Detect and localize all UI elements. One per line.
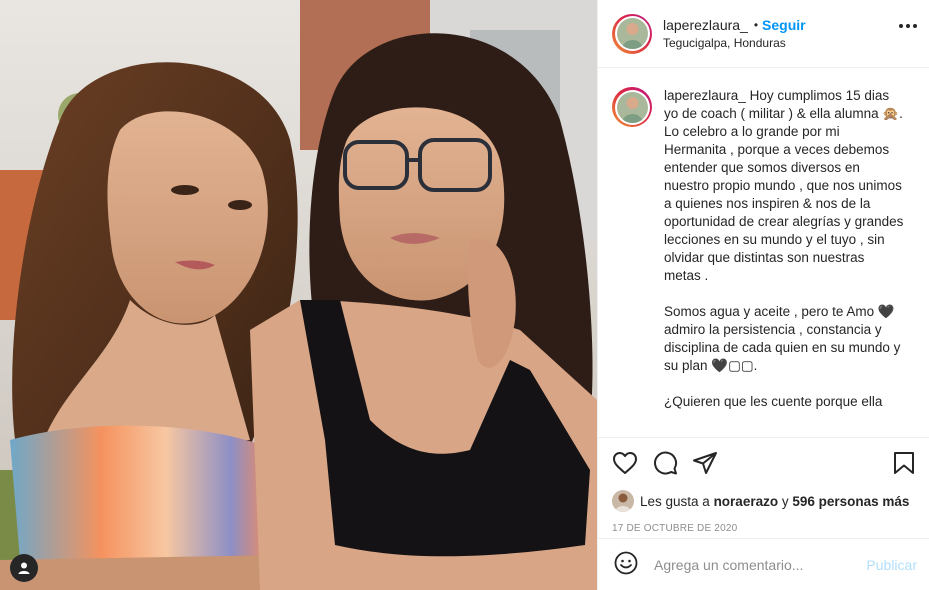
caption-avatar[interactable] [612,87,652,127]
avatar[interactable] [612,13,652,54]
post-date[interactable]: 17 DE OCTUBRE DE 2020 [612,523,915,534]
user-tag-icon [17,561,31,575]
post-details-panel: laperezlaura_ • Seguir Tegucigalpa, Hond… [597,0,929,590]
post-image[interactable] [0,0,597,590]
likes-summary: Les gusta a noraerazo y 596 personas más [612,490,915,512]
comments-section[interactable]: laperezlaura_ Hoy cumplimos 15 dias yo d… [598,69,929,437]
location-link[interactable]: Tegucigalpa, Honduras [663,34,806,52]
liker-avatar[interactable] [612,490,634,512]
comment-input[interactable] [654,556,867,573]
caption-body: Hoy cumplimos 15 dias yo de coach ( mili… [664,88,904,409]
comment-icon[interactable] [652,450,678,476]
liker-username[interactable]: noraerazo [714,494,779,509]
heart-icon[interactable] [612,451,638,475]
comment-form: Publicar [598,538,929,590]
user-tag-button[interactable] [10,554,38,582]
header-username[interactable]: laperezlaura_ [663,16,748,34]
caption-username[interactable]: laperezlaura_ [664,88,746,103]
separator-dot: • [753,17,759,32]
follow-button[interactable]: Seguir [762,16,806,34]
emoji-icon[interactable] [614,551,638,578]
likes-count[interactable]: 596 personas más [792,494,909,509]
bookmark-icon[interactable] [893,451,915,475]
likes-prefix: Les gusta a [640,493,714,509]
more-options-icon[interactable] [899,24,917,28]
post-actions: Les gusta a noraerazo y 596 personas más… [598,437,929,534]
post-photo-illustration [0,0,597,590]
publish-button[interactable]: Publicar [866,557,917,573]
post-header: laperezlaura_ • Seguir Tegucigalpa, Hond… [598,0,929,68]
caption: laperezlaura_ Hoy cumplimos 15 dias yo d… [664,87,904,411]
share-icon[interactable] [692,451,718,475]
likes-middle: y [778,493,793,509]
